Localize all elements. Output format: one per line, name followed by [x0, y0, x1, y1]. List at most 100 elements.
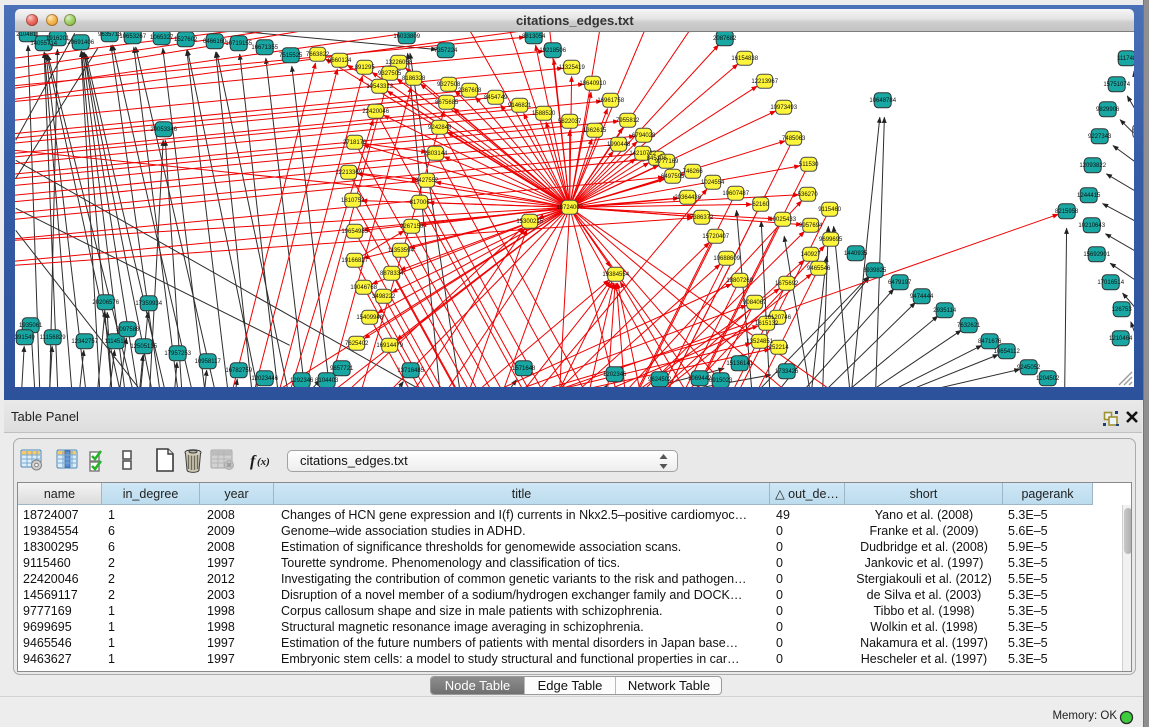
svg-text:9699695: 9699695	[819, 236, 843, 242]
svg-text:2087682: 2087682	[713, 35, 737, 41]
svg-text:9245052: 9245052	[1017, 364, 1041, 370]
svg-text:13325: 13325	[1133, 128, 1135, 134]
svg-text:20053346: 20053346	[151, 126, 178, 132]
svg-text:1440935: 1440935	[844, 250, 868, 256]
svg-text:1202346: 1202346	[603, 371, 627, 377]
svg-text:19654985: 19654985	[342, 228, 369, 234]
svg-text:3498222: 3498222	[372, 293, 396, 299]
svg-text:8915023: 8915023	[709, 377, 733, 383]
svg-text:1810753: 1810753	[341, 197, 365, 203]
svg-text:10654112: 10654112	[994, 348, 1021, 354]
svg-text:1362615: 1362615	[583, 127, 607, 133]
svg-text:8471676: 8471676	[978, 338, 1002, 344]
svg-text:15751074: 15751074	[1104, 81, 1131, 87]
svg-text:5822037: 5822037	[558, 118, 582, 124]
svg-text:10543312: 10543312	[367, 83, 394, 89]
svg-text:20364436: 20364436	[675, 194, 702, 200]
svg-text:15692901: 15692901	[1084, 251, 1111, 257]
svg-text:16961758: 16961758	[598, 97, 625, 103]
svg-text:13226058: 13226058	[386, 59, 413, 65]
svg-text:15136141: 15136141	[727, 360, 754, 366]
svg-text:18807269: 18807269	[727, 277, 754, 283]
svg-text:1588520: 1588520	[532, 110, 556, 116]
svg-text:9474444: 9474444	[910, 293, 934, 299]
svg-text:15409948: 15409948	[357, 314, 384, 320]
svg-text:9084067: 9084067	[743, 299, 767, 305]
svg-text:6497593: 6497593	[661, 173, 685, 179]
svg-text:11353594: 11353594	[388, 247, 415, 253]
svg-text:16914479: 16914479	[377, 342, 404, 348]
svg-text:1527602: 1527602	[174, 36, 198, 42]
svg-text:9242848: 9242848	[428, 124, 452, 130]
svg-text:11325419: 11325419	[559, 64, 586, 70]
svg-text:8427552: 8427552	[415, 177, 439, 183]
svg-text:1210464: 1210464	[1109, 335, 1133, 341]
svg-text:511530: 511530	[799, 161, 819, 167]
svg-text:1244415: 1244415	[1077, 192, 1101, 198]
svg-text:1024554: 1024554	[701, 179, 725, 185]
svg-text:391549: 391549	[15, 334, 35, 340]
svg-text:17957253: 17957253	[165, 350, 192, 356]
svg-text:8660124: 8660124	[328, 57, 352, 63]
svg-text:891295: 891295	[355, 64, 376, 70]
svg-text:(x): (x)	[257, 456, 270, 468]
svg-text:10046768: 10046768	[351, 284, 378, 290]
svg-text:817006: 817006	[410, 199, 431, 205]
svg-text:15720407: 15720407	[703, 233, 730, 239]
svg-text:7386372: 7386372	[690, 214, 714, 220]
svg-text:1065327: 1065327	[150, 34, 174, 40]
svg-text:19218506: 19218506	[540, 47, 567, 53]
svg-text:10025433: 10025433	[770, 216, 797, 222]
svg-text:1675692: 1675692	[775, 280, 799, 286]
svg-text:746266: 746266	[683, 168, 704, 174]
svg-text:10973493: 10973493	[771, 104, 798, 110]
svg-text:8215958: 8215958	[1055, 208, 1079, 214]
svg-text:6479197: 6479197	[888, 279, 912, 285]
svg-text:10688609: 10688609	[714, 255, 741, 261]
svg-text:16033809: 16033809	[394, 33, 421, 39]
svg-text:6466160: 6466160	[203, 38, 227, 44]
svg-text:111748: 111748	[1117, 55, 1134, 61]
svg-text:9624502: 9624502	[648, 376, 672, 382]
svg-text:7515525: 7515525	[279, 52, 303, 58]
svg-text:2803144: 2803144	[424, 150, 448, 156]
svg-text:6794028: 6794028	[632, 132, 656, 138]
svg-text:20691406: 20691406	[68, 39, 95, 45]
svg-text:8104403: 8104403	[315, 377, 339, 383]
svg-text:10958117: 10958117	[195, 358, 222, 364]
svg-text:13716485: 13716485	[398, 367, 425, 373]
svg-text:9146821: 9146821	[508, 102, 532, 108]
svg-text:12213369: 12213369	[336, 169, 363, 175]
svg-text:15300215: 15300215	[517, 218, 544, 224]
svg-text:16671355: 16671355	[252, 44, 279, 50]
svg-text:12213967: 12213967	[752, 78, 779, 84]
svg-text:19166827: 19166827	[342, 257, 369, 263]
svg-text:1114519: 1114519	[105, 338, 128, 344]
svg-text:9097588: 9097588	[116, 326, 140, 332]
svg-text:16154838: 16154838	[732, 55, 759, 61]
svg-text:1615132: 1615132	[755, 320, 779, 326]
svg-text:10653267: 10653267	[120, 33, 147, 39]
svg-text:2935114: 2935114	[934, 307, 958, 313]
svg-text:2367608: 2367608	[458, 87, 482, 93]
svg-text:f: f	[250, 453, 257, 470]
svg-text:12342757: 12342757	[72, 338, 99, 344]
svg-text:2104811: 2104811	[17, 32, 41, 38]
svg-text:9957694: 9957694	[799, 222, 823, 228]
svg-text:10648784: 10648784	[870, 97, 897, 103]
svg-text:7485063: 7485063	[782, 135, 806, 141]
svg-text:17359934: 17359934	[136, 300, 163, 306]
svg-text:10210643: 10210643	[1079, 222, 1106, 228]
svg-text:18640910: 18640910	[580, 80, 607, 86]
svg-text:9115460: 9115460	[819, 206, 843, 212]
svg-text:7632621: 7632621	[957, 322, 981, 328]
svg-text:140927: 140927	[801, 251, 822, 257]
svg-text:16782759: 16782759	[226, 367, 253, 373]
svg-text:10607487: 10607487	[723, 190, 750, 196]
svg-text:11156829: 11156829	[40, 334, 66, 340]
svg-text:252214: 252214	[769, 344, 790, 350]
svg-text:22420046: 22420046	[363, 108, 390, 114]
svg-text:7663822: 7663822	[306, 51, 330, 57]
svg-text:8675685: 8675685	[435, 99, 459, 105]
svg-text:2718176: 2718176	[343, 139, 367, 145]
